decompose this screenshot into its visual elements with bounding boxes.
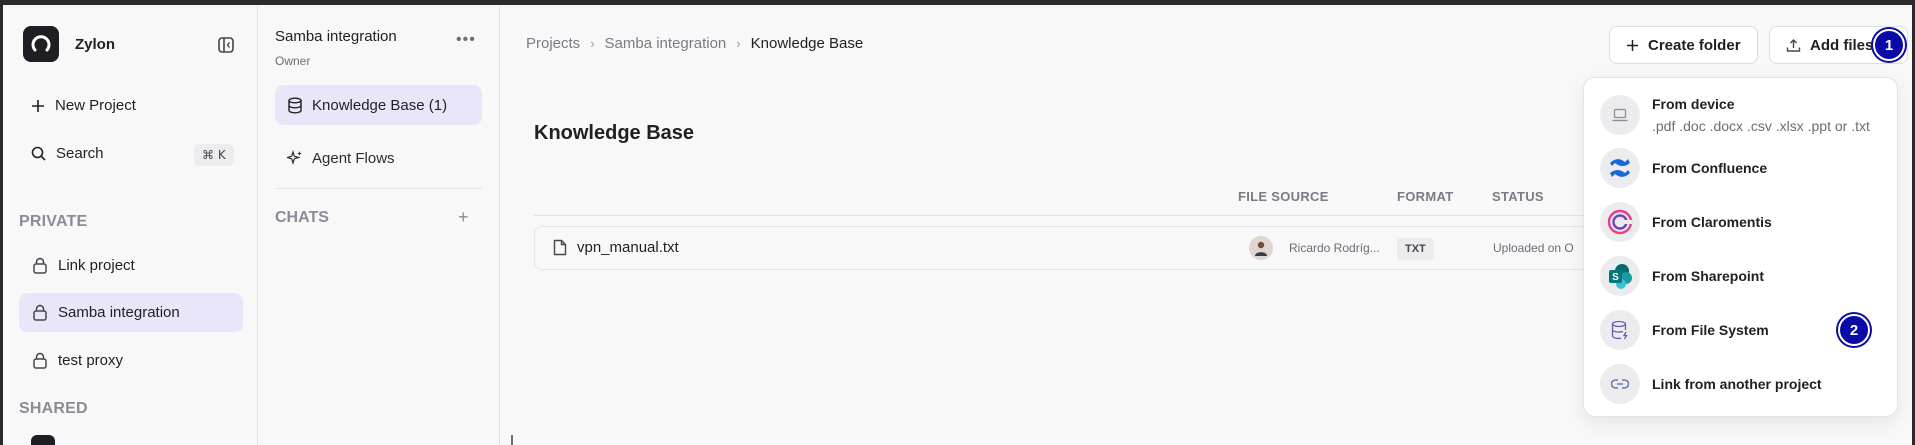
column-header-file-source[interactable]: FILE SOURCE <box>1238 189 1329 204</box>
create-folder-label: Create folder <box>1648 36 1741 54</box>
laptop-icon <box>1600 95 1640 135</box>
app-name: Zylon <box>75 35 115 53</box>
brand[interactable]: Zylon <box>23 26 115 62</box>
column-header-status[interactable]: STATUS <box>1492 189 1544 204</box>
file-icon <box>553 239 567 256</box>
lock-icon <box>33 304 47 321</box>
plus-icon <box>32 99 44 112</box>
lock-icon <box>33 352 47 369</box>
breadcrumb: Projects › Samba integration › Knowledge… <box>526 35 863 52</box>
add-chat-icon[interactable]: + <box>458 207 469 228</box>
search-icon <box>31 146 46 161</box>
collapse-sidebar-icon[interactable] <box>217 36 235 54</box>
svg-text:S: S <box>1612 272 1619 283</box>
breadcrumb-current: Knowledge Base <box>750 35 864 52</box>
database-icon <box>1600 310 1640 350</box>
annotation-badge-2: 2 <box>1838 314 1870 346</box>
plus-icon <box>1627 39 1638 51</box>
project-label: Link project <box>58 257 135 274</box>
chevron-right-icon: › <box>736 36 741 51</box>
column-header-format[interactable]: FORMAT <box>1397 189 1453 204</box>
menu-item-label: From Confluence <box>1652 160 1768 176</box>
chats-section-label: CHATS <box>275 209 329 226</box>
menu-item-label: Link from another project <box>1652 376 1822 392</box>
project-item-samba-integration[interactable]: Samba integration <box>19 293 243 332</box>
lock-icon <box>33 257 47 274</box>
file-owner: Ricardo Rodríg... <box>1249 236 1380 260</box>
create-folder-button[interactable]: Create folder <box>1609 26 1758 64</box>
file-name-label: vpn_manual.txt <box>577 239 679 256</box>
shared-project-avatar[interactable] <box>31 435 55 445</box>
search-button[interactable]: Search <box>31 145 104 162</box>
page-title: Knowledge Base <box>534 122 695 144</box>
add-files-menu: From device .pdf .doc .docx .csv .xlsx .… <box>1583 77 1898 417</box>
file-name[interactable]: vpn_manual.txt <box>553 239 679 256</box>
annotation-badge-1: 1 <box>1873 29 1905 61</box>
app-window: Zylon New Project Search ⌘ K PRIVATE Lin… <box>3 5 1912 445</box>
search-shortcut: ⌘ K <box>194 144 234 166</box>
new-project-button[interactable]: New Project <box>31 97 136 114</box>
menu-item-label: From Claromentis <box>1652 214 1772 230</box>
upload-icon <box>1786 38 1801 52</box>
divider <box>275 188 482 189</box>
format-badge: TXT <box>1397 238 1434 260</box>
link-icon <box>1600 364 1640 404</box>
search-label: Search <box>56 145 104 162</box>
nav-knowledge-base[interactable]: Knowledge Base (1) <box>275 85 482 125</box>
chevron-right-icon: › <box>590 36 595 51</box>
database-icon <box>288 97 302 113</box>
table-divider <box>534 215 1634 216</box>
new-project-label: New Project <box>55 97 136 114</box>
menu-item-from-sharepoint[interactable]: S From Sharepoint <box>1600 255 1890 297</box>
owner-name: Ricardo Rodríg... <box>1289 241 1380 255</box>
nav-label: Knowledge Base (1) <box>312 96 448 114</box>
nav-label: Agent Flows <box>312 149 395 167</box>
project-title: Samba integration <box>275 28 397 45</box>
menu-item-from-confluence[interactable]: From Confluence <box>1600 147 1890 189</box>
table-row[interactable]: vpn_manual.txt Ricardo Rodríg... TXT Upl… <box>534 226 1634 270</box>
project-item-link-project[interactable]: Link project <box>19 246 243 285</box>
project-role: Owner <box>275 54 311 68</box>
confluence-icon <box>1600 148 1640 188</box>
menu-item-link-from-another-project[interactable]: Link from another project <box>1600 363 1890 405</box>
menu-item-label: From File System <box>1652 322 1769 338</box>
zylon-logo-icon <box>23 26 59 62</box>
breadcrumb-projects[interactable]: Projects <box>526 35 580 52</box>
nav-agent-flows[interactable]: Agent Flows <box>275 138 395 178</box>
project-label: test proxy <box>58 352 124 369</box>
more-options-icon[interactable]: ••• <box>456 31 476 49</box>
menu-item-sublabel: .pdf .doc .docx .csv .xlsx .ppt or .txt <box>1652 118 1870 134</box>
project-panel: Samba integration Owner ••• Knowledge Ba… <box>258 5 500 445</box>
user-avatar <box>1249 236 1273 260</box>
sidebar: Zylon New Project Search ⌘ K PRIVATE Lin… <box>3 5 258 445</box>
breadcrumb-project[interactable]: Samba integration <box>605 35 727 52</box>
menu-item-label: From Sharepoint <box>1652 268 1765 284</box>
sparkles-icon <box>287 150 302 166</box>
resize-handle[interactable] <box>511 435 513 445</box>
menu-item-from-claromentis[interactable]: From Claromentis <box>1600 201 1890 243</box>
menu-item-label: From device <box>1652 96 1735 112</box>
sharepoint-icon: S <box>1600 256 1640 296</box>
project-item-test-proxy[interactable]: test proxy <box>19 341 243 380</box>
add-files-label: Add files <box>1810 36 1874 54</box>
shared-section-label: SHARED <box>19 400 88 417</box>
private-section-label: PRIVATE <box>19 213 88 230</box>
menu-item-from-device[interactable]: From device .pdf .doc .docx .csv .xlsx .… <box>1600 89 1890 141</box>
project-label: Samba integration <box>58 304 180 321</box>
claromentis-icon <box>1600 202 1640 242</box>
